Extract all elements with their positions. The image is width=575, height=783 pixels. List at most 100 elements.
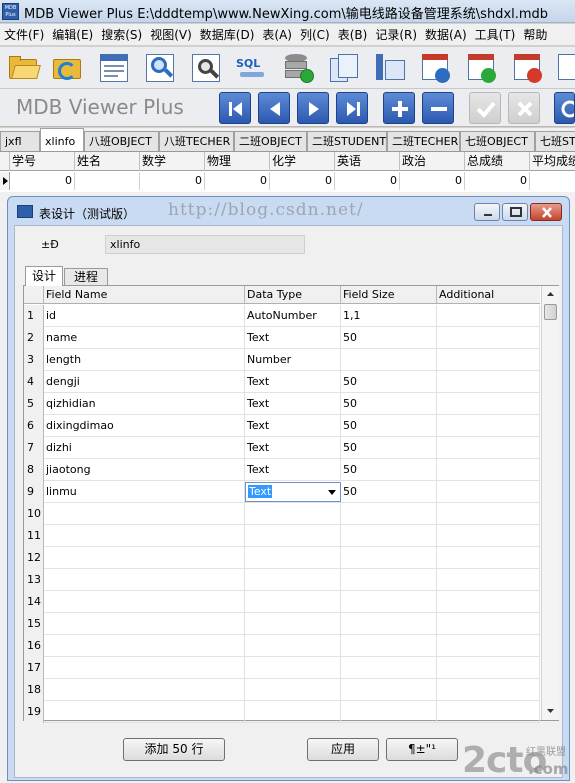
grid-cell[interactable] — [530, 172, 575, 190]
additional-cell[interactable] — [437, 591, 540, 613]
menu-database[interactable]: 数据库(D) — [196, 24, 259, 45]
tab-2-object[interactable]: 二班OBJECT — [234, 131, 307, 151]
field-name-cell[interactable] — [44, 591, 245, 613]
additional-cell[interactable] — [437, 393, 540, 415]
current-row-indicator[interactable] — [0, 172, 10, 190]
column-header[interactable]: 数学 — [140, 152, 205, 171]
tab-2-student[interactable]: 二班STUDENT — [307, 131, 387, 151]
table-more-icon[interactable] — [554, 50, 575, 86]
apply-button[interactable]: 应用 — [307, 738, 379, 761]
field-size-cell[interactable]: 50 — [341, 437, 437, 459]
field-size-cell[interactable]: 50 — [341, 481, 437, 503]
data-type-cell[interactable] — [245, 591, 341, 613]
field-name-cell[interactable] — [44, 701, 245, 723]
field-row[interactable]: 3 length Number — [24, 349, 540, 371]
field-row[interactable]: 11 — [24, 525, 540, 547]
field-name-cell[interactable]: name — [44, 327, 245, 349]
field-name-cell[interactable]: dizhi — [44, 437, 245, 459]
field-name-cell[interactable] — [44, 569, 245, 591]
field-name-cell[interactable]: dixingdimao — [44, 415, 245, 437]
column-header[interactable]: 化学 — [270, 152, 335, 171]
previous-record-icon[interactable] — [258, 92, 290, 124]
grid-cell[interactable]: 0 — [10, 172, 75, 190]
field-size-cell[interactable] — [341, 701, 437, 723]
data-type-cell[interactable] — [245, 701, 341, 723]
additional-cell[interactable] — [437, 569, 540, 591]
menu-table-a[interactable]: 表(A) — [258, 24, 296, 45]
menu-tools[interactable]: 工具(T) — [471, 24, 520, 45]
maximize-button[interactable] — [502, 203, 528, 221]
header-additional[interactable]: Additional — [437, 286, 540, 304]
zoom-document-icon[interactable] — [188, 50, 224, 86]
field-size-cell[interactable] — [341, 349, 437, 371]
additional-cell[interactable] — [437, 481, 540, 503]
field-row[interactable]: 16 — [24, 635, 540, 657]
field-size-cell[interactable]: 50 — [341, 415, 437, 437]
grid-cell[interactable]: 0 — [400, 172, 465, 190]
sql-icon[interactable]: SQL — [234, 50, 270, 86]
chevron-down-icon[interactable] — [328, 490, 336, 495]
field-row[interactable]: 2 name Text 50 — [24, 327, 540, 349]
tab-7-object[interactable]: 七班OBJECT — [460, 131, 535, 151]
tab-7-student[interactable]: 七班ST — [535, 131, 575, 151]
field-size-cell[interactable] — [341, 547, 437, 569]
column-header[interactable]: 物理 — [205, 152, 270, 171]
data-type-cell[interactable] — [245, 613, 341, 635]
menu-help[interactable]: 帮助 — [519, 24, 551, 45]
header-field-name[interactable]: Field Name — [44, 286, 245, 304]
field-row[interactable]: 9 linmu Text 50 — [24, 481, 540, 503]
field-row[interactable]: 1 id AutoNumber 1,1 — [24, 305, 540, 327]
data-type-cell[interactable]: Text — [245, 415, 341, 437]
menu-view[interactable]: 视图(V) — [146, 24, 196, 45]
last-record-icon[interactable] — [336, 92, 368, 124]
menu-table-b[interactable]: 表(B) — [334, 24, 372, 45]
close-button[interactable]: ¶±"¹ — [386, 738, 458, 761]
delete-record-icon[interactable] — [422, 92, 454, 124]
additional-cell[interactable] — [437, 305, 540, 327]
tab-8-techer[interactable]: 八班TECHER — [159, 131, 234, 151]
grid-cell[interactable] — [75, 172, 140, 190]
field-row[interactable]: 4 dengji Text 50 — [24, 371, 540, 393]
data-type-selected-value[interactable]: Text — [248, 485, 273, 498]
tab-8-object[interactable]: 八班OBJECT — [84, 131, 159, 151]
column-header[interactable]: 姓名 — [75, 152, 140, 171]
field-row[interactable]: 18 — [24, 679, 540, 701]
field-row[interactable]: 19 — [24, 701, 540, 723]
field-name-cell[interactable] — [44, 635, 245, 657]
data-type-cell[interactable]: Text — [245, 393, 341, 415]
add-record-icon[interactable] — [383, 92, 415, 124]
menu-search[interactable]: 搜索(S) — [97, 24, 146, 45]
field-row[interactable]: 6 dixingdimao Text 50 — [24, 415, 540, 437]
document-icon[interactable] — [96, 50, 132, 86]
column-header[interactable]: 平均成绩 — [530, 152, 575, 171]
column-header[interactable]: 英语 — [335, 152, 400, 171]
data-type-cell[interactable] — [245, 547, 341, 569]
additional-cell[interactable] — [437, 415, 540, 437]
field-size-cell[interactable] — [341, 503, 437, 525]
field-name-cell[interactable] — [44, 547, 245, 569]
refresh-folder-icon[interactable] — [50, 50, 86, 86]
menu-file[interactable]: 文件(F) — [0, 24, 48, 45]
data-type-cell[interactable]: Text — [245, 371, 341, 393]
field-size-cell[interactable]: 50 — [341, 459, 437, 481]
field-size-cell[interactable]: 1,1 — [341, 305, 437, 327]
field-size-cell[interactable]: 50 — [341, 393, 437, 415]
vertical-scrollbar[interactable] — [541, 286, 559, 720]
field-row[interactable]: 14 — [24, 591, 540, 613]
menu-column[interactable]: 列(C) — [296, 24, 334, 45]
minimize-button[interactable] — [474, 203, 500, 221]
close-window-button[interactable] — [530, 203, 562, 221]
open-folder-icon[interactable] — [6, 50, 42, 86]
additional-cell[interactable] — [437, 547, 540, 569]
header-field-size[interactable]: Field Size — [341, 286, 437, 304]
header-data-type[interactable]: Data Type — [245, 286, 341, 304]
additional-cell[interactable] — [437, 679, 540, 701]
first-record-icon[interactable] — [219, 92, 251, 124]
additional-cell[interactable] — [437, 459, 540, 481]
field-row[interactable]: 7 dizhi Text 50 — [24, 437, 540, 459]
data-type-cell[interactable] — [245, 635, 341, 657]
grid-cell[interactable]: 0 — [140, 172, 205, 190]
tab-design[interactable]: 设计 — [25, 266, 63, 286]
search-icon[interactable] — [142, 50, 178, 86]
field-name-cell[interactable] — [44, 525, 245, 547]
